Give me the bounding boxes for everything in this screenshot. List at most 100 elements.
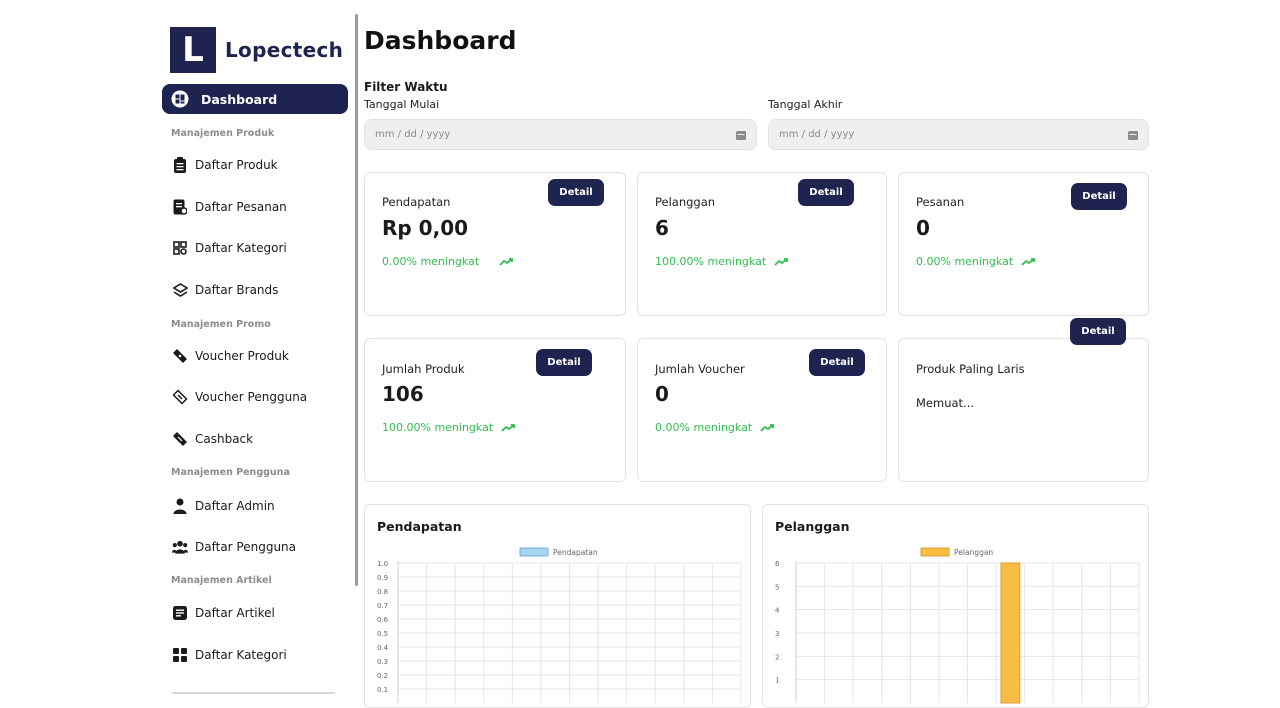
sidebar-item-voucher-pengguna[interactable]: Voucher Pengguna xyxy=(172,387,307,407)
stat-card-jumlah-voucher: Jumlah Voucher 0 0.00% meningkat Detail xyxy=(637,338,887,482)
dashboard-icon xyxy=(171,90,189,108)
ticket-icon xyxy=(172,348,188,364)
trend-up-icon xyxy=(1021,257,1036,266)
legend-swatch xyxy=(920,547,950,557)
chart-title: Pelanggan xyxy=(775,519,850,534)
brand-logo[interactable]: L Lopectech xyxy=(170,27,343,73)
trend-up-icon xyxy=(760,423,775,432)
y-tick-label: 0.3 xyxy=(377,658,388,666)
trend-up-icon xyxy=(499,257,514,266)
sidebar-item-daftar-artikel[interactable]: Daftar Artikel xyxy=(172,603,275,623)
user-icon xyxy=(172,498,188,514)
detail-button-jumlah-produk[interactable]: Detail xyxy=(536,349,592,376)
bar xyxy=(1000,562,1021,704)
trend-text: 0.00% meningkat xyxy=(655,421,753,434)
sidebar-item-label: Daftar Pesanan xyxy=(195,200,287,214)
card-trend: 0.00% meningkat xyxy=(382,255,514,268)
card-value: 0 xyxy=(655,382,669,406)
sidebar-item-daftar-produk[interactable]: Daftar Produk xyxy=(172,155,278,175)
detail-button-pelanggan[interactable]: Detail xyxy=(798,179,854,206)
article-icon xyxy=(172,605,188,621)
legend-label: Pelanggan xyxy=(954,548,993,557)
trend-text: 100.00% meningkat xyxy=(655,255,767,268)
sidebar-item-label: Daftar Admin xyxy=(195,499,275,513)
sidebar-scrollbar[interactable] xyxy=(355,14,358,586)
end-date-label: Tanggal Akhir xyxy=(768,98,843,111)
sidebar-item-daftar-brands[interactable]: Daftar Brands xyxy=(172,280,278,300)
card-value: Rp 0,00 xyxy=(382,216,469,240)
card-title: Jumlah Produk xyxy=(382,362,465,376)
trend-up-icon xyxy=(501,423,516,432)
stat-card-pesanan: Pesanan 0 0.00% meningkat Detail xyxy=(898,172,1149,316)
sidebar-item-daftar-kategori[interactable]: Daftar Kategori xyxy=(172,238,287,258)
legend-swatch xyxy=(519,547,549,557)
section-title-promo: Manajemen Promo xyxy=(171,319,271,330)
chart-card-pelanggan: Pelanggan 6 5 4 3 2 1 Pelanggan xyxy=(762,504,1149,708)
sidebar-item-label: Voucher Pengguna xyxy=(195,390,308,404)
calendar-icon[interactable] xyxy=(736,130,746,140)
users-icon xyxy=(172,539,188,555)
sidebar-item-label: Daftar Produk xyxy=(195,158,278,172)
y-tick-label: 0.5 xyxy=(377,630,388,638)
stat-card-jumlah-produk: Jumlah Produk 106 100.00% meningkat Deta… xyxy=(364,338,626,482)
filter-title: Filter Waktu xyxy=(364,80,448,94)
ticket-outline-icon xyxy=(172,389,188,405)
y-tick-label: 6 xyxy=(775,560,780,568)
stat-card-pendapatan: Pendapatan Rp 0,00 0.00% meningkat Detai… xyxy=(364,172,626,316)
sidebar: L Lopectech Dashboard Manajemen Produk D… xyxy=(162,14,357,708)
sidebar-item-voucher-produk[interactable]: Voucher Produk xyxy=(172,346,289,366)
sidebar-item-label: Daftar Kategori xyxy=(195,648,287,662)
y-tick-label: 0.2 xyxy=(377,672,388,680)
detail-button-jumlah-voucher[interactable]: Detail xyxy=(809,349,865,376)
brand-name: Lopectech xyxy=(225,38,344,62)
end-date-input[interactable]: mm / dd / yyyy xyxy=(768,119,1149,150)
sidebar-item-label: Cashback xyxy=(195,432,254,446)
sidebar-divider-bottom xyxy=(172,692,335,694)
y-tick-label: 0.8 xyxy=(377,588,388,596)
detail-button-pendapatan[interactable]: Detail xyxy=(548,179,604,206)
sidebar-item-cashback[interactable]: Cashback xyxy=(172,429,253,449)
y-tick-label: 1 xyxy=(775,677,779,685)
start-date-placeholder: mm / dd / yyyy xyxy=(375,129,451,140)
card-title: Jumlah Voucher xyxy=(655,362,745,376)
logo-letter: L xyxy=(182,30,204,70)
ticket-icon xyxy=(172,431,188,447)
card-value: 106 xyxy=(382,382,424,406)
grid-icon xyxy=(172,240,188,256)
sidebar-item-daftar-pengguna[interactable]: Daftar Pengguna xyxy=(172,537,296,557)
start-date-input[interactable]: mm / dd / yyyy xyxy=(364,119,757,150)
sidebar-item-dashboard[interactable]: Dashboard xyxy=(162,84,348,114)
detail-button-pesanan[interactable]: Detail xyxy=(1071,183,1127,210)
chart-pelanggan: Pelanggan 6 5 4 3 2 1 xyxy=(775,547,1140,704)
y-tick-label: 0.6 xyxy=(377,616,389,624)
page-title: Dashboard xyxy=(364,26,517,55)
sidebar-item-label: Voucher Produk xyxy=(195,349,289,363)
y-tick-label: 2 xyxy=(775,653,779,661)
layers-icon xyxy=(172,282,188,298)
sidebar-item-daftar-pesanan[interactable]: Daftar Pesanan xyxy=(172,197,287,217)
card-trend: 100.00% meningkat xyxy=(655,255,789,268)
grid-solid-icon xyxy=(172,647,188,663)
card-title: Pendapatan xyxy=(382,195,451,209)
y-tick-label: 0.1 xyxy=(377,686,388,694)
trend-up-icon xyxy=(774,257,789,266)
y-tick-label: 5 xyxy=(775,583,779,591)
receipt-icon xyxy=(172,199,188,215)
card-value: 0 xyxy=(916,216,930,240)
detail-button-produk-paling-laris[interactable]: Detail xyxy=(1070,318,1126,345)
calendar-icon[interactable] xyxy=(1128,130,1138,140)
trend-text: 0.00% meningkat xyxy=(916,255,1014,268)
y-tick-label: 3 xyxy=(775,630,779,638)
sidebar-item-daftar-kategori-artikel[interactable]: Daftar Kategori xyxy=(172,645,287,665)
y-tick-label: 4 xyxy=(775,607,780,615)
sidebar-item-daftar-admin[interactable]: Daftar Admin xyxy=(172,496,275,516)
legend-label: Pendapatan xyxy=(553,548,598,557)
section-title-produk: Manajemen Produk xyxy=(171,128,275,139)
y-tick-label: 0.7 xyxy=(377,602,388,610)
section-title-artikel: Manajemen Artikel xyxy=(171,575,272,586)
card-trend: 0.00% meningkat xyxy=(916,255,1036,268)
stat-card-produk-paling-laris: Produk Paling Laris Memuat... xyxy=(898,338,1149,482)
card-value: 6 xyxy=(655,216,669,240)
logo-mark: L xyxy=(170,27,216,73)
card-title: Produk Paling Laris xyxy=(916,362,1025,376)
